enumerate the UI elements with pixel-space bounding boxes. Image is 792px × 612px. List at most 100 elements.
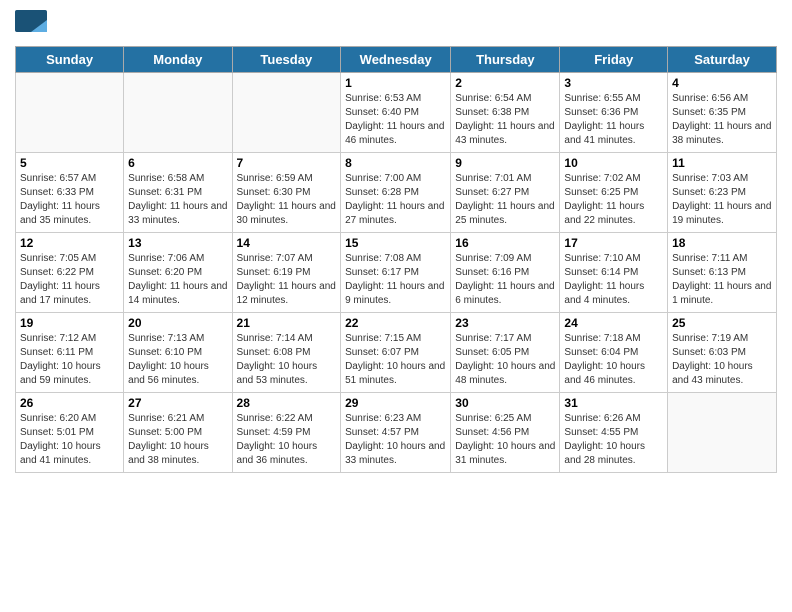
header xyxy=(15,10,777,38)
weekday-header-row: SundayMondayTuesdayWednesdayThursdayFrid… xyxy=(16,47,777,73)
day-cell: 9 Sunrise: 7:01 AMSunset: 6:27 PMDaylight… xyxy=(451,153,560,233)
day-info: Sunrise: 7:12 AMSunset: 6:11 PMDaylight:… xyxy=(20,332,119,388)
day-number: 14 xyxy=(237,236,337,250)
day-number: 23 xyxy=(455,316,555,330)
day-info: Sunrise: 6:53 AMSunset: 6:40 PMDaylight:… xyxy=(345,92,446,148)
day-cell: 22Sunrise: 7:15 AMSunset: 6:07 PMDayligh… xyxy=(341,313,451,393)
weekday-header-monday: Monday xyxy=(124,47,232,73)
day-number: 24 xyxy=(564,316,663,330)
day-cell: 18 Sunrise: 7:11 AMSunset: 6:13 PMDayligh… xyxy=(668,233,777,313)
day-info: Sunrise: 7:07 AMSunset: 6:19 PMDaylight:… xyxy=(237,252,337,308)
day-cell: 5Sunrise: 6:57 AMSunset: 6:33 PMDaylight… xyxy=(16,153,124,233)
day-number: 16 xyxy=(455,236,555,250)
day-number: 26 xyxy=(20,396,119,410)
day-info: Sunrise: 7:01 AMSunset: 6:27 PMDaylight:… xyxy=(455,172,555,228)
day-cell: 15Sunrise: 7:08 AMSunset: 6:17 PMDayligh… xyxy=(341,233,451,313)
day-cell: 30 Sunrise: 6:25 AMSunset: 4:56 PMDayligh… xyxy=(451,393,560,473)
day-info: Sunrise: 7:18 AMSunset: 6:04 PMDaylight:… xyxy=(564,332,663,388)
day-number: 15 xyxy=(345,236,446,250)
day-info: Sunrise: 6:55 AMSunset: 6:36 PMDaylight:… xyxy=(564,92,663,148)
day-cell: 16 Sunrise: 7:09 AMSunset: 6:16 PMDayligh… xyxy=(451,233,560,313)
day-cell: 31Sunrise: 6:26 AMSunset: 4:55 PMDayligh… xyxy=(560,393,668,473)
day-cell: 25 Sunrise: 7:19 AMSunset: 6:03 PMDayligh… xyxy=(668,313,777,393)
day-info: Sunrise: 7:06 AMSunset: 6:20 PMDaylight:… xyxy=(128,252,227,308)
weekday-header-thursday: Thursday xyxy=(451,47,560,73)
day-info: Sunrise: 6:23 AMSunset: 4:57 PMDaylight:… xyxy=(345,412,446,468)
day-info: Sunrise: 7:14 AMSunset: 6:08 PMDaylight:… xyxy=(237,332,337,388)
day-cell: 8 Sunrise: 7:00 AMSunset: 6:28 PMDaylight… xyxy=(341,153,451,233)
day-cell: 1 Sunrise: 6:53 AMSunset: 6:40 PMDaylight… xyxy=(341,73,451,153)
day-info: Sunrise: 7:15 AMSunset: 6:07 PMDaylight:… xyxy=(345,332,446,388)
day-info: Sunrise: 7:02 AMSunset: 6:25 PMDaylight:… xyxy=(564,172,663,228)
day-info: Sunrise: 6:57 AMSunset: 6:33 PMDaylight:… xyxy=(20,172,119,228)
day-info: Sunrise: 6:54 AMSunset: 6:38 PMDaylight:… xyxy=(455,92,555,148)
day-number: 4 xyxy=(672,76,772,90)
day-number: 1 xyxy=(345,76,446,90)
day-cell: 26 Sunrise: 6:20 AMSunset: 5:01 PMDayligh… xyxy=(16,393,124,473)
logo xyxy=(15,10,49,38)
day-info: Sunrise: 6:56 AMSunset: 6:35 PMDaylight:… xyxy=(672,92,772,148)
logo-icon xyxy=(15,10,45,38)
day-number: 9 xyxy=(455,156,555,170)
day-cell: 6 Sunrise: 6:58 AMSunset: 6:31 PMDaylight… xyxy=(124,153,232,233)
day-cell: 19Sunrise: 7:12 AMSunset: 6:11 PMDayligh… xyxy=(16,313,124,393)
day-cell: 10 Sunrise: 7:02 AMSunset: 6:25 PMDayligh… xyxy=(560,153,668,233)
day-cell: 14 Sunrise: 7:07 AMSunset: 6:19 PMDayligh… xyxy=(232,233,341,313)
day-info: Sunrise: 7:19 AMSunset: 6:03 PMDaylight:… xyxy=(672,332,772,388)
weekday-header-tuesday: Tuesday xyxy=(232,47,341,73)
day-cell xyxy=(232,73,341,153)
day-cell: 2 Sunrise: 6:54 AMSunset: 6:38 PMDaylight… xyxy=(451,73,560,153)
day-cell: 23 Sunrise: 7:17 AMSunset: 6:05 PMDayligh… xyxy=(451,313,560,393)
week-row-2: 12 Sunrise: 7:05 AMSunset: 6:22 PMDayligh… xyxy=(16,233,777,313)
day-number: 27 xyxy=(128,396,227,410)
day-cell: 11Sunrise: 7:03 AMSunset: 6:23 PMDayligh… xyxy=(668,153,777,233)
day-cell: 13 Sunrise: 7:06 AMSunset: 6:20 PMDayligh… xyxy=(124,233,232,313)
day-info: Sunrise: 7:10 AMSunset: 6:14 PMDaylight:… xyxy=(564,252,663,308)
day-cell: 7 Sunrise: 6:59 AMSunset: 6:30 PMDaylight… xyxy=(232,153,341,233)
day-cell: 21 Sunrise: 7:14 AMSunset: 6:08 PMDayligh… xyxy=(232,313,341,393)
day-number: 25 xyxy=(672,316,772,330)
day-info: Sunrise: 6:22 AMSunset: 4:59 PMDaylight:… xyxy=(237,412,337,468)
day-number: 2 xyxy=(455,76,555,90)
day-number: 30 xyxy=(455,396,555,410)
day-info: Sunrise: 7:09 AMSunset: 6:16 PMDaylight:… xyxy=(455,252,555,308)
weekday-header-friday: Friday xyxy=(560,47,668,73)
day-info: Sunrise: 7:11 AMSunset: 6:13 PMDaylight:… xyxy=(672,252,772,308)
day-number: 10 xyxy=(564,156,663,170)
week-row-0: 1 Sunrise: 6:53 AMSunset: 6:40 PMDaylight… xyxy=(16,73,777,153)
weekday-header-wednesday: Wednesday xyxy=(341,47,451,73)
day-info: Sunrise: 7:05 AMSunset: 6:22 PMDaylight:… xyxy=(20,252,119,308)
day-info: Sunrise: 6:58 AMSunset: 6:31 PMDaylight:… xyxy=(128,172,227,228)
day-number: 18 xyxy=(672,236,772,250)
day-cell: 28 Sunrise: 6:22 AMSunset: 4:59 PMDayligh… xyxy=(232,393,341,473)
day-info: Sunrise: 6:25 AMSunset: 4:56 PMDaylight:… xyxy=(455,412,555,468)
page: SundayMondayTuesdayWednesdayThursdayFrid… xyxy=(0,0,792,612)
day-number: 13 xyxy=(128,236,227,250)
day-number: 28 xyxy=(237,396,337,410)
day-number: 17 xyxy=(564,236,663,250)
day-info: Sunrise: 6:21 AMSunset: 5:00 PMDaylight:… xyxy=(128,412,227,468)
day-number: 3 xyxy=(564,76,663,90)
day-info: Sunrise: 7:17 AMSunset: 6:05 PMDaylight:… xyxy=(455,332,555,388)
day-info: Sunrise: 7:00 AMSunset: 6:28 PMDaylight:… xyxy=(345,172,446,228)
day-number: 8 xyxy=(345,156,446,170)
day-info: Sunrise: 7:03 AMSunset: 6:23 PMDaylight:… xyxy=(672,172,772,228)
week-row-1: 5Sunrise: 6:57 AMSunset: 6:33 PMDaylight… xyxy=(16,153,777,233)
day-cell: 20Sunrise: 7:13 AMSunset: 6:10 PMDayligh… xyxy=(124,313,232,393)
day-cell: 17 Sunrise: 7:10 AMSunset: 6:14 PMDayligh… xyxy=(560,233,668,313)
day-number: 12 xyxy=(20,236,119,250)
day-number: 7 xyxy=(237,156,337,170)
day-info: Sunrise: 6:59 AMSunset: 6:30 PMDaylight:… xyxy=(237,172,337,228)
weekday-header-sunday: Sunday xyxy=(16,47,124,73)
day-cell xyxy=(668,393,777,473)
calendar: SundayMondayTuesdayWednesdayThursdayFrid… xyxy=(15,46,777,473)
day-number: 21 xyxy=(237,316,337,330)
day-cell: 24 Sunrise: 7:18 AMSunset: 6:04 PMDayligh… xyxy=(560,313,668,393)
day-cell: 12 Sunrise: 7:05 AMSunset: 6:22 PMDayligh… xyxy=(16,233,124,313)
day-number: 6 xyxy=(128,156,227,170)
day-number: 31 xyxy=(564,396,663,410)
day-cell: 27 Sunrise: 6:21 AMSunset: 5:00 PMDayligh… xyxy=(124,393,232,473)
day-info: Sunrise: 6:20 AMSunset: 5:01 PMDaylight:… xyxy=(20,412,119,468)
week-row-4: 26 Sunrise: 6:20 AMSunset: 5:01 PMDayligh… xyxy=(16,393,777,473)
week-row-3: 19Sunrise: 7:12 AMSunset: 6:11 PMDayligh… xyxy=(16,313,777,393)
